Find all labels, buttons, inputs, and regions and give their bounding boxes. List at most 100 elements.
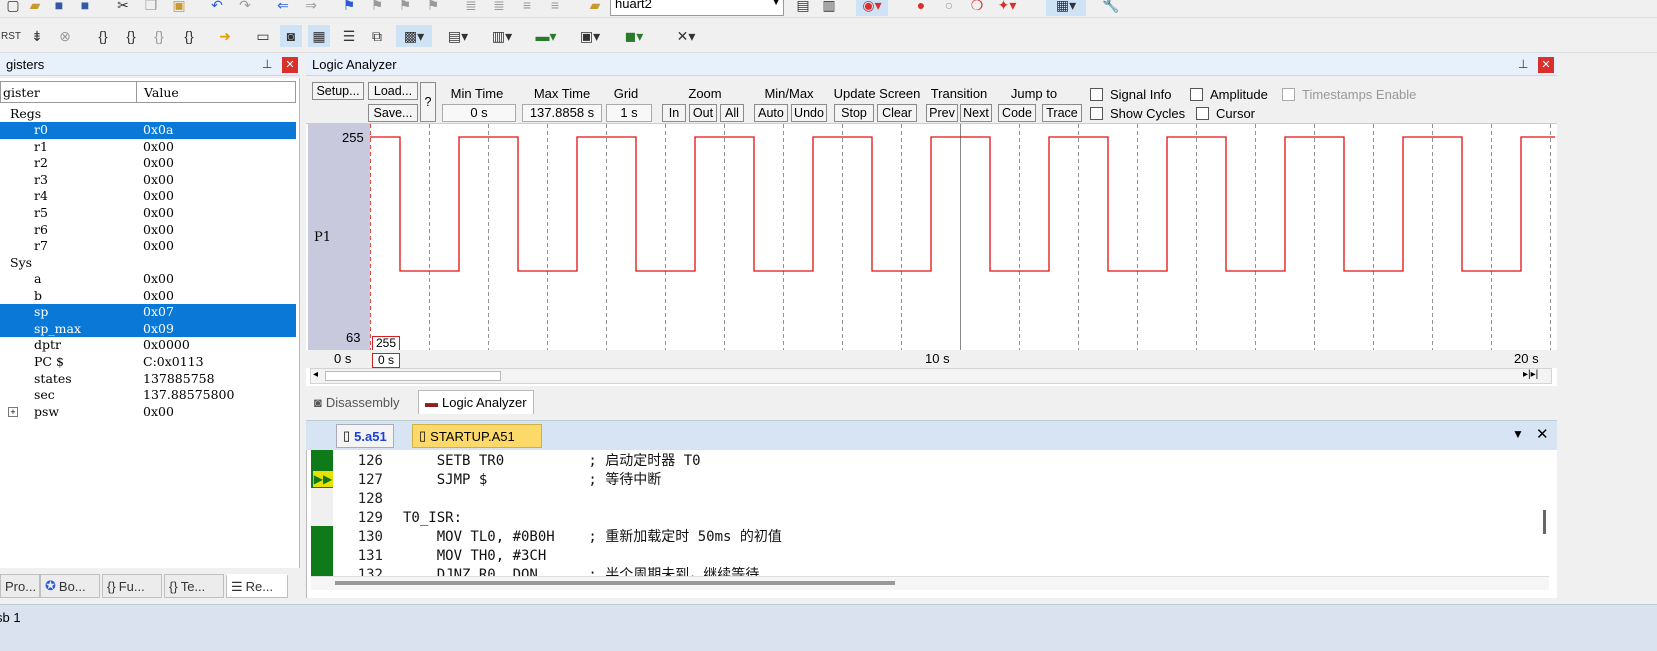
save-all-icon[interactable]: ■ bbox=[74, 0, 96, 16]
tab-registers[interactable]: ☰ Re... bbox=[226, 574, 288, 598]
breakpoint-kill-icon[interactable]: ❍ bbox=[966, 0, 988, 16]
save-button[interactable]: Save... bbox=[368, 104, 418, 122]
register-value[interactable]: 0x00 bbox=[143, 222, 174, 239]
setup-button[interactable]: Setup... bbox=[312, 82, 364, 100]
register-row[interactable]: states 137885758 bbox=[0, 371, 296, 388]
amplitude-checkbox[interactable] bbox=[1190, 88, 1203, 101]
horizontal-scrollbar[interactable]: ◂ ▸|▸| bbox=[310, 368, 1552, 384]
register-value[interactable]: 0x07 bbox=[143, 304, 174, 321]
clear-button[interactable]: Clear bbox=[877, 104, 917, 122]
tab-disassembly[interactable]: ◙ Disassembly bbox=[308, 390, 406, 414]
group-regs[interactable]: Regs bbox=[10, 106, 41, 121]
scroll-thumb[interactable] bbox=[325, 371, 501, 381]
register-row[interactable]: psw 0x00 bbox=[0, 404, 296, 421]
register-row[interactable]: PC $ C:0x0113 bbox=[0, 354, 296, 371]
scroll-left-icon[interactable]: ◂ bbox=[313, 369, 318, 380]
la-pin-icon[interactable]: ⊥ bbox=[1518, 57, 1528, 71]
breakpoint-icon[interactable]: ● bbox=[910, 0, 932, 16]
serial-window-icon[interactable]: ▥▾ bbox=[484, 25, 520, 47]
editor-hscroll-thumb[interactable] bbox=[335, 581, 895, 585]
stop-icon[interactable]: ⊗ bbox=[54, 25, 76, 47]
find-icon[interactable]: ▤ bbox=[792, 0, 814, 16]
tab-functions[interactable]: {} Fu... bbox=[102, 574, 162, 598]
register-value[interactable]: 0x0a bbox=[143, 122, 173, 139]
signal-info-checkbox[interactable] bbox=[1090, 88, 1103, 101]
memory-window-icon[interactable]: ▤▾ bbox=[440, 25, 476, 47]
breakpoint-disable-icon[interactable]: ○ bbox=[938, 0, 960, 16]
code-line[interactable]: 128 bbox=[307, 490, 1557, 509]
editor-body[interactable]: ▶▶ 126 SETB TR0 ; 启动定时器 T0 127 SJMP $ ; 等… bbox=[306, 450, 1557, 598]
zoom-out-button[interactable]: Out bbox=[689, 104, 717, 122]
zoom-in-button[interactable]: In bbox=[662, 104, 686, 122]
register-row[interactable]: sp_max 0x09 bbox=[0, 320, 296, 338]
register-row[interactable]: dptr 0x0000 bbox=[0, 337, 296, 354]
editor-hscrollbar[interactable] bbox=[311, 576, 1549, 590]
window-layout-icon[interactable]: ▦▾ bbox=[1046, 0, 1086, 16]
incremental-find-icon[interactable]: ▥ bbox=[818, 0, 840, 16]
watch-window-icon[interactable]: ▩▾ bbox=[396, 25, 432, 47]
bookmark-clear-icon[interactable]: ⚑ bbox=[422, 0, 444, 16]
redo-icon[interactable]: ↷ bbox=[234, 0, 256, 16]
toolbox-icon[interactable]: ✕▾ bbox=[666, 25, 706, 47]
register-value[interactable]: C:0x0113 bbox=[143, 354, 204, 371]
close-icon[interactable]: ✕ bbox=[282, 57, 298, 73]
tab-startup-a51[interactable]: ▯ STARTUP.A51 bbox=[412, 424, 542, 448]
nav-back-icon[interactable]: ⇐ bbox=[272, 0, 294, 16]
register-value[interactable]: 137885758 bbox=[143, 371, 215, 388]
register-row[interactable]: r2 0x00 bbox=[0, 155, 296, 172]
nav-forward-icon[interactable]: ⇒ bbox=[300, 0, 322, 16]
undo-icon[interactable]: ↶ bbox=[206, 0, 228, 16]
bookmark-prev-icon[interactable]: ⚑ bbox=[366, 0, 388, 16]
register-row[interactable]: r1 0x00 bbox=[0, 139, 296, 156]
register-value[interactable]: 0x00 bbox=[143, 271, 174, 288]
comment-icon[interactable]: ≡ bbox=[516, 0, 538, 16]
tab-templates[interactable]: {} Te... bbox=[164, 574, 224, 598]
register-row[interactable]: r6 0x00 bbox=[0, 222, 296, 239]
editor-vscroll-thumb[interactable] bbox=[1543, 510, 1546, 534]
jump-trace-button[interactable]: Trace bbox=[1042, 104, 1082, 122]
expand-psw-icon[interactable]: + bbox=[8, 407, 18, 417]
register-row[interactable]: a 0x00 bbox=[0, 271, 296, 288]
cut-icon[interactable]: ✂ bbox=[112, 0, 134, 16]
save-icon[interactable]: ■ bbox=[48, 0, 70, 16]
run-icon[interactable]: ⇟ bbox=[26, 25, 48, 47]
command-window-icon[interactable]: ▭ bbox=[252, 25, 274, 47]
scroll-right-icon[interactable]: ▸|▸| bbox=[1523, 369, 1538, 380]
la-close-icon[interactable]: ✕ bbox=[1538, 57, 1554, 73]
call-stack-window-icon[interactable]: ⧉ bbox=[366, 25, 388, 47]
code-line[interactable]: 127 SJMP $ ; 等待中断 bbox=[307, 471, 1557, 490]
bookmark-next-icon[interactable]: ⚑ bbox=[394, 0, 416, 16]
register-value[interactable]: 0x00 bbox=[143, 155, 174, 172]
tab-books[interactable]: ✪ Bo... bbox=[40, 574, 100, 598]
group-sys[interactable]: Sys bbox=[10, 255, 32, 270]
find-in-files-icon[interactable]: ▰ bbox=[584, 0, 606, 16]
show-next-statement-icon[interactable]: ➜ bbox=[214, 25, 236, 47]
debug-view-icon[interactable]: ◉▾ bbox=[856, 0, 888, 16]
registers-window-icon[interactable]: ☰ bbox=[338, 25, 360, 47]
step-out-icon[interactable]: {} bbox=[148, 25, 170, 47]
register-row[interactable]: sp 0x07 bbox=[0, 304, 296, 321]
run-to-cursor-icon[interactable]: {} bbox=[178, 25, 200, 47]
system-viewer-icon[interactable]: ◼▾ bbox=[616, 25, 652, 47]
code-line[interactable]: 129 T0_ISR: bbox=[307, 509, 1557, 528]
undo-button[interactable]: Undo bbox=[791, 104, 827, 122]
register-row[interactable]: sec 137.88575800 bbox=[0, 387, 296, 404]
next-button[interactable]: Next bbox=[960, 104, 992, 122]
code-line[interactable]: 126 SETB TR0 ; 启动定时器 T0 bbox=[307, 452, 1557, 471]
code-line[interactable]: 130 MOV TL0, #0B0H ; 重新加载定时 50ms 的初值 bbox=[307, 528, 1557, 547]
zoom-all-button[interactable]: All bbox=[720, 104, 744, 122]
tab-project[interactable]: Pro... bbox=[0, 574, 40, 598]
register-value[interactable]: 0x00 bbox=[143, 172, 174, 189]
copy-icon[interactable]: ❐ bbox=[140, 0, 162, 16]
register-row[interactable]: b 0x00 bbox=[0, 288, 296, 305]
bookmark-icon[interactable]: ⚑ bbox=[338, 0, 360, 16]
close-tab-icon[interactable]: ✕ bbox=[1536, 425, 1549, 443]
step-over-icon[interactable]: {} bbox=[120, 25, 142, 47]
uncomment-icon[interactable]: ≡ bbox=[544, 0, 566, 16]
cursor-checkbox[interactable] bbox=[1196, 107, 1209, 120]
register-value[interactable]: 137.88575800 bbox=[143, 387, 234, 404]
trace-window-icon[interactable]: ▣▾ bbox=[572, 25, 608, 47]
project-combo[interactable]: huart2 ▼ bbox=[610, 0, 784, 16]
register-value[interactable]: 0x0000 bbox=[143, 337, 190, 354]
config-icon[interactable]: 🔧 bbox=[1100, 0, 1122, 16]
